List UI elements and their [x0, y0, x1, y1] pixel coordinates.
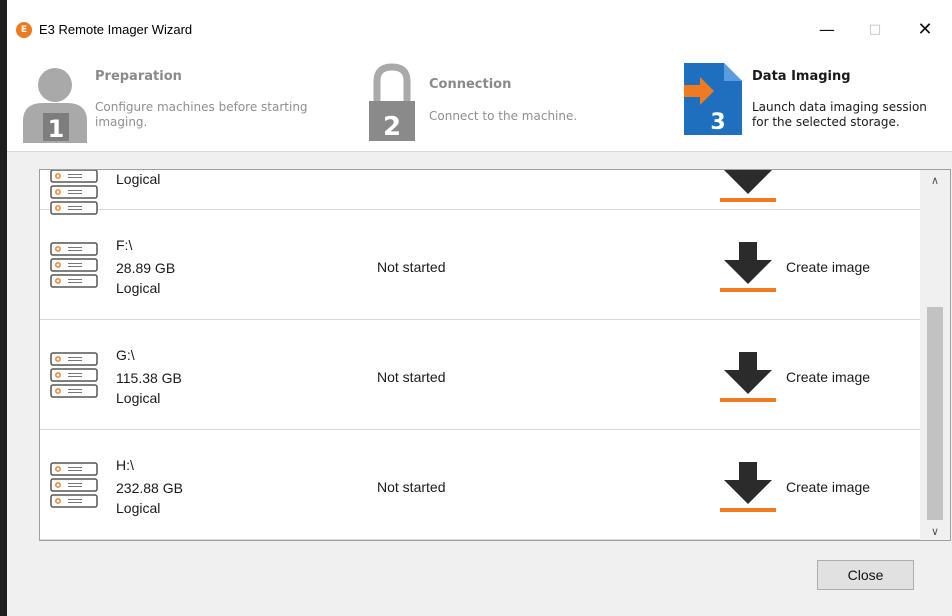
step-preparation: 1 Preparation Configure machines before …	[7, 57, 347, 152]
drive-type: Logical	[116, 280, 161, 296]
padlock-icon: 2	[369, 63, 415, 142]
drive-row[interactable]: Logical	[40, 169, 920, 215]
drive-type: Logical	[116, 171, 161, 187]
drive-letter: G:\	[116, 347, 135, 363]
download-icon[interactable]	[720, 169, 776, 202]
create-image-button[interactable]: Create image	[786, 369, 870, 385]
drive-size: 28.89 GB	[116, 260, 176, 276]
e3-logo-icon: E	[16, 22, 32, 38]
vertical-scrollbar[interactable]: ∧ ∨	[920, 170, 950, 540]
create-image-button[interactable]: Create image	[786, 259, 870, 275]
step-description: Configure machines before starting	[95, 100, 308, 114]
step-number: 2	[383, 112, 401, 142]
drive-type: Logical	[116, 390, 161, 406]
step-description: imaging.	[95, 115, 148, 129]
imaging-status: Not started	[377, 479, 446, 495]
hard-drive-icon	[50, 242, 98, 288]
step-description: for the selected storage.	[752, 115, 900, 129]
drive-row[interactable]: F:\ 28.89 GB Logical Not started Create …	[40, 210, 920, 320]
background-window-edge	[0, 0, 7, 616]
drive-list: Logical F:\ 28.89 GB Logical Not started…	[39, 169, 951, 541]
scroll-thumb[interactable]	[927, 307, 943, 520]
user-icon: 1	[23, 68, 87, 143]
wizard-window: E E3 Remote Imager Wizard — □ ✕ 1 Prepar…	[7, 0, 952, 616]
scroll-up-arrow[interactable]: ∧	[920, 172, 950, 189]
close-window-button[interactable]: ✕	[902, 14, 948, 46]
drive-type: Logical	[116, 500, 161, 516]
step-data-imaging: 3 Data Imaging Launch data imaging sessi…	[682, 57, 952, 152]
drive-row[interactable]: H:\ 232.88 GB Logical Not started Create…	[40, 430, 920, 540]
close-button[interactable]: Close	[817, 560, 914, 590]
step-description: Connect to the machine.	[429, 109, 578, 123]
step-title: Connection	[429, 77, 512, 92]
scroll-down-arrow[interactable]: ∨	[920, 523, 950, 540]
step-description: Launch data imaging session	[752, 100, 927, 114]
data-imaging-icon: 3	[684, 63, 742, 135]
step-number: 1	[48, 115, 65, 143]
title-bar: E E3 Remote Imager Wizard — □ ✕	[7, 0, 952, 57]
hard-drive-icon	[50, 462, 98, 508]
step-title: Data Imaging	[752, 69, 851, 84]
window-title: E3 Remote Imager Wizard	[39, 22, 193, 37]
step-number: 3	[710, 110, 725, 135]
hard-drive-icon	[50, 352, 98, 398]
imaging-status: Not started	[377, 259, 446, 275]
create-image-button[interactable]: Create image	[786, 479, 870, 495]
step-title: Preparation	[95, 69, 182, 84]
step-connection: 2 Connection Connect to the machine.	[347, 57, 682, 152]
imaging-status: Not started	[377, 369, 446, 385]
download-icon[interactable]	[720, 462, 776, 512]
drive-letter: F:\	[116, 237, 133, 253]
drive-row[interactable]: G:\ 115.38 GB Logical Not started Create…	[40, 320, 920, 430]
minimize-button[interactable]: —	[804, 14, 850, 46]
drive-size: 115.38 GB	[116, 370, 182, 386]
drive-size: 232.88 GB	[116, 480, 183, 496]
maximize-button[interactable]: □	[852, 14, 898, 46]
download-icon[interactable]	[720, 242, 776, 292]
drive-letter: H:\	[116, 457, 134, 473]
wizard-steps-header: 1 Preparation Configure machines before …	[7, 57, 952, 152]
download-icon[interactable]	[720, 352, 776, 402]
